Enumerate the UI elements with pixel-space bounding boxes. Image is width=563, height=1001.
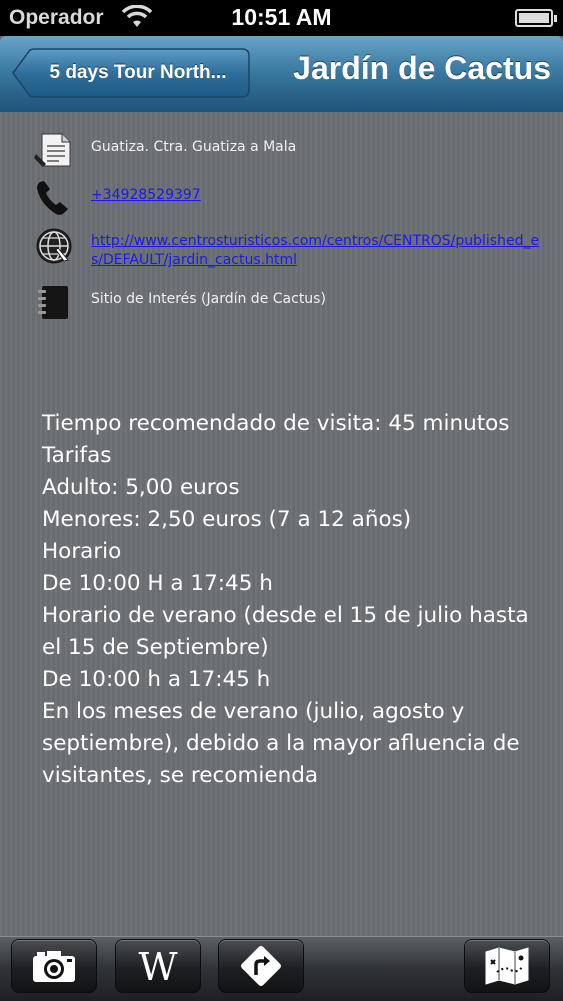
document-icon bbox=[34, 133, 71, 167]
page-title: Jardín de Cactus bbox=[293, 50, 551, 86]
address-text: Guatiza. Ctra. Guatiza a Mala bbox=[91, 139, 297, 155]
phone-link[interactable]: +34928529397 bbox=[91, 186, 551, 205]
phone-icon bbox=[37, 181, 68, 215]
map-icon bbox=[485, 947, 529, 985]
website-link[interactable]: http://www.centrosturisticos.com/centros… bbox=[91, 232, 551, 270]
detail-content: Guatiza. Ctra. Guatiza a Mala +349285293… bbox=[0, 112, 563, 936]
directions-button[interactable] bbox=[218, 939, 304, 993]
camera-button[interactable] bbox=[11, 939, 97, 993]
notebook-icon bbox=[38, 286, 68, 319]
status-time: 10:51 AM bbox=[231, 4, 332, 30]
back-button-label: 5 days Tour North... bbox=[49, 62, 227, 83]
camera-icon bbox=[33, 951, 75, 982]
wikipedia-button[interactable]: W bbox=[115, 939, 201, 993]
category-text: Sitio de Interés (Jardín de Cactus) bbox=[91, 291, 326, 307]
description-text: Tiempo recomendado de visita: 45 minutos… bbox=[42, 411, 529, 788]
status-bar: Operador 10:51 AM bbox=[0, 0, 563, 36]
back-button[interactable]: 5 days Tour North... bbox=[12, 48, 250, 98]
wikipedia-icon: W bbox=[138, 945, 178, 989]
directions-icon bbox=[241, 946, 281, 986]
map-button[interactable] bbox=[464, 939, 550, 993]
battery-icon bbox=[515, 9, 557, 27]
bottom-toolbar: W bbox=[0, 936, 563, 1001]
globe-icon bbox=[36, 228, 72, 264]
navigation-bar: 5 days Tour North... Jardín de Cactus bbox=[0, 36, 563, 112]
